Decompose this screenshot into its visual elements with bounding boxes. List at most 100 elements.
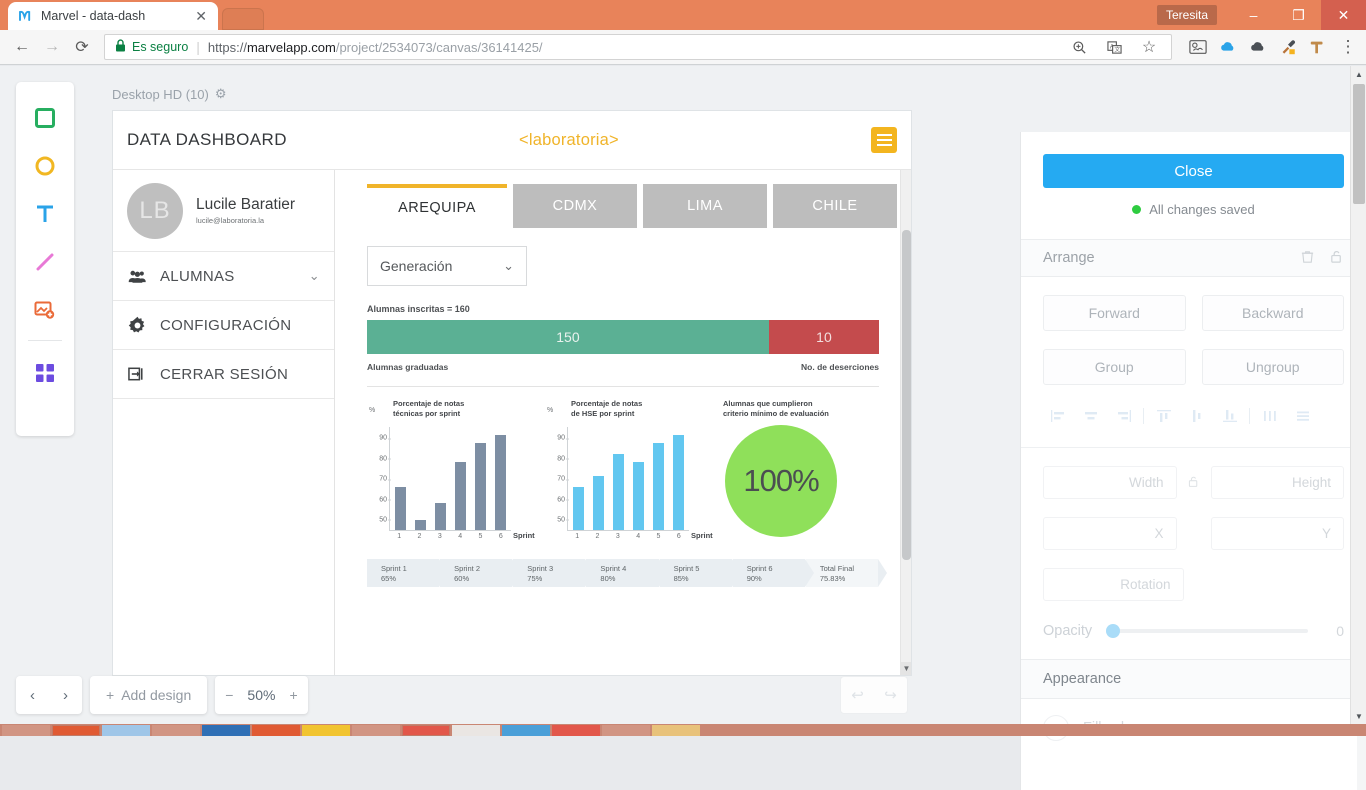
align-divider bbox=[1143, 408, 1144, 424]
tool-icon[interactable] bbox=[1308, 37, 1328, 57]
scroll-up-icon[interactable]: ▲ bbox=[1351, 66, 1366, 82]
taskbar-item[interactable] bbox=[302, 725, 350, 736]
zoom-in-button[interactable]: + bbox=[279, 676, 307, 714]
user-profile[interactable]: LB Lucile Baratier lucile@laboratoria.la bbox=[113, 170, 334, 252]
window-close-button[interactable]: ✕ bbox=[1321, 0, 1366, 30]
group-button[interactable]: Group bbox=[1043, 349, 1186, 385]
x-input[interactable]: X bbox=[1043, 517, 1177, 550]
prev-design-button[interactable]: ‹ bbox=[16, 676, 49, 714]
minimize-button[interactable]: – bbox=[1231, 0, 1276, 30]
page-scrollbar[interactable]: ▲ ▼ bbox=[1350, 66, 1366, 724]
bookmark-star-icon[interactable]: ☆ bbox=[1135, 33, 1163, 61]
sidebar-item-cerrar-sesion[interactable]: CERRAR SESIÓN bbox=[113, 350, 334, 399]
taskbar-item[interactable] bbox=[452, 725, 500, 736]
taskbar-item[interactable] bbox=[52, 725, 100, 736]
sprint-step[interactable]: Sprint 1 65% bbox=[367, 559, 439, 587]
page-scrollbar-thumb[interactable] bbox=[1353, 84, 1365, 204]
user-badge[interactable]: Teresita bbox=[1157, 5, 1217, 25]
tab-cdmx[interactable]: CDMX bbox=[513, 184, 637, 228]
sprint-step[interactable]: Sprint 3 75% bbox=[513, 559, 585, 587]
translate-icon[interactable]: A文 bbox=[1100, 33, 1128, 61]
maximize-button[interactable]: ❐ bbox=[1276, 0, 1321, 30]
rotation-input[interactable]: Rotation bbox=[1043, 568, 1184, 601]
tab-chile[interactable]: CHILE bbox=[773, 184, 897, 228]
height-input[interactable]: Height bbox=[1211, 466, 1345, 499]
align-left-icon[interactable] bbox=[1041, 405, 1074, 427]
taskbar-item[interactable] bbox=[502, 725, 550, 736]
unlock-icon[interactable] bbox=[1187, 475, 1201, 491]
back-icon[interactable]: ← bbox=[8, 33, 36, 61]
trash-icon[interactable] bbox=[1300, 249, 1315, 268]
scrollbar-thumb[interactable] bbox=[902, 230, 911, 560]
unlock-icon[interactable] bbox=[1329, 249, 1344, 268]
align-bottom-icon[interactable] bbox=[1213, 405, 1246, 427]
add-design-button[interactable]: + Add design bbox=[90, 676, 207, 714]
weather-icon[interactable] bbox=[1188, 37, 1208, 57]
forward-button[interactable]: Forward bbox=[1043, 295, 1186, 331]
artboard-label[interactable]: Desktop HD (10) ⚙ bbox=[112, 86, 226, 102]
backward-button[interactable]: Backward bbox=[1202, 295, 1345, 331]
generacion-select[interactable]: Generación ⌄ bbox=[367, 246, 527, 286]
sprint-step[interactable]: Sprint 2 60% bbox=[440, 559, 512, 587]
scroll-down-icon[interactable]: ▼ bbox=[1351, 708, 1366, 724]
tab-title: Marvel - data-dash bbox=[41, 9, 185, 23]
slider-handle[interactable] bbox=[1106, 624, 1120, 638]
align-top-icon[interactable] bbox=[1147, 405, 1180, 427]
taskbar-item[interactable] bbox=[652, 725, 700, 736]
sidebar-item-alumnas[interactable]: ALUMNAS ⌄ bbox=[113, 252, 334, 301]
redo-icon[interactable]: ↪ bbox=[884, 686, 897, 704]
opacity-slider[interactable] bbox=[1106, 629, 1308, 633]
taskbar-item[interactable] bbox=[552, 725, 600, 736]
align-right-icon[interactable] bbox=[1107, 405, 1140, 427]
close-icon[interactable]: ✕ bbox=[192, 9, 210, 23]
distribute-v-icon[interactable] bbox=[1286, 405, 1319, 427]
scroll-down-icon[interactable]: ▼ bbox=[901, 662, 912, 675]
align-middle-v-icon[interactable] bbox=[1180, 405, 1213, 427]
ungroup-button[interactable]: Ungroup bbox=[1202, 349, 1345, 385]
taskbar-item[interactable] bbox=[402, 725, 450, 736]
sprint-step[interactable]: Sprint 6 90% bbox=[733, 559, 805, 587]
sprint-step[interactable]: Sprint 4 80% bbox=[586, 559, 658, 587]
sprint-step[interactable]: Sprint 5 85% bbox=[660, 559, 732, 587]
tab-arequipa[interactable]: AREQUIPA bbox=[367, 184, 507, 228]
sidebar-item-configuracion[interactable]: CONFIGURACIÓN bbox=[113, 301, 334, 350]
reload-icon[interactable]: ⟳ bbox=[68, 33, 96, 61]
tab-lima[interactable]: LIMA bbox=[643, 184, 767, 228]
taskbar-item[interactable] bbox=[102, 725, 150, 736]
cloud-icon[interactable] bbox=[1248, 37, 1268, 57]
next-design-button[interactable]: › bbox=[49, 676, 82, 714]
align-center-h-icon[interactable] bbox=[1074, 405, 1107, 427]
line-tool[interactable] bbox=[22, 238, 68, 286]
rectangle-tool[interactable] bbox=[22, 94, 68, 142]
taskbar-item[interactable] bbox=[202, 725, 250, 736]
taskbar-item[interactable] bbox=[2, 725, 50, 736]
browser-menu-icon[interactable]: ⋮ bbox=[1338, 37, 1358, 57]
taskbar-item[interactable] bbox=[352, 725, 400, 736]
taskbar-item[interactable] bbox=[602, 725, 650, 736]
text-tool[interactable] bbox=[22, 190, 68, 238]
hamburger-icon[interactable] bbox=[871, 127, 897, 153]
address-bar[interactable]: Es seguro | https://marvelapp.com/projec… bbox=[104, 34, 1172, 60]
eyedropper-icon[interactable] bbox=[1278, 37, 1298, 57]
zoom-out-button[interactable]: − bbox=[215, 676, 243, 714]
undo-icon[interactable]: ↩ bbox=[851, 686, 864, 704]
distribute-h-icon[interactable] bbox=[1253, 405, 1286, 427]
artboard[interactable]: DATA DASHBOARD <laboratoria> LB Lucile B… bbox=[112, 110, 912, 676]
image-tool[interactable] bbox=[22, 286, 68, 334]
dashboard-main: AREQUIPA CDMX LIMA CHILE Generación ⌄ Al… bbox=[335, 170, 911, 676]
close-button[interactable]: Close bbox=[1043, 154, 1344, 188]
forward-icon[interactable]: → bbox=[38, 33, 66, 61]
page-zoom-icon[interactable] bbox=[1065, 33, 1093, 61]
new-tab-button[interactable] bbox=[222, 8, 264, 30]
ellipse-tool[interactable] bbox=[22, 142, 68, 190]
sprint-step-total[interactable]: Total Final 75.83% bbox=[806, 559, 878, 587]
cloud-upload-icon[interactable] bbox=[1218, 37, 1238, 57]
taskbar-item[interactable] bbox=[252, 725, 300, 736]
gear-icon[interactable]: ⚙ bbox=[215, 86, 227, 102]
artboard-scrollbar[interactable]: ▼ bbox=[900, 170, 911, 675]
browser-tab[interactable]: Marvel - data-dash ✕ bbox=[8, 2, 218, 30]
taskbar-item[interactable] bbox=[152, 725, 200, 736]
y-input[interactable]: Y bbox=[1211, 517, 1345, 550]
components-tool[interactable] bbox=[22, 349, 68, 397]
width-input[interactable]: Width bbox=[1043, 466, 1177, 499]
